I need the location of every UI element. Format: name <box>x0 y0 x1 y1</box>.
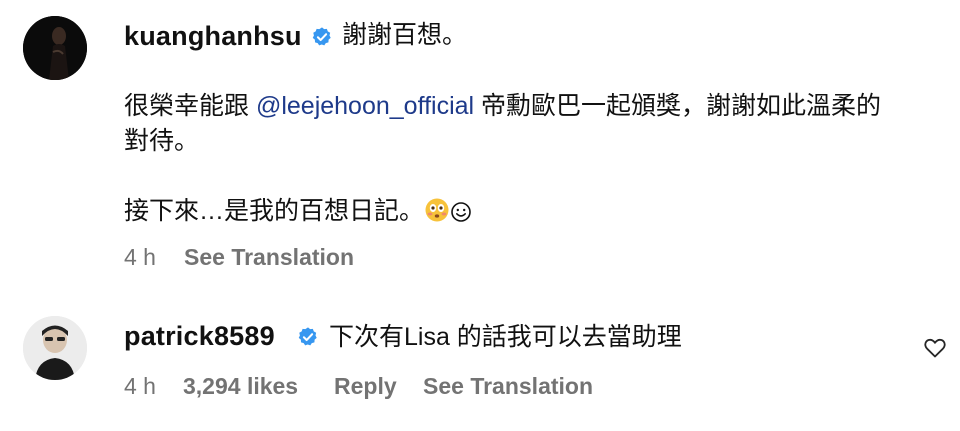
see-translation-label: See Translation <box>423 373 594 399</box>
comment-text-suffix: 帝勳歐巴一起頒獎，謝謝如此溫柔的 <box>474 92 882 120</box>
comment-text-line-3: 對待。 <box>124 127 200 155</box>
comment-text: 下次有Lisa 的話我可以去當助理 <box>329 323 682 351</box>
see-translation-label: See Translation <box>184 244 355 270</box>
comment-time: 4 h <box>124 373 156 399</box>
comment-text-line-2: 很榮幸能跟 @leejehoon_official 帝勳歐巴一起頒獎，謝謝如此溫… <box>124 89 881 123</box>
avatar-image <box>23 316 87 380</box>
comment-text-body: 接下來…是我的百想日記。 <box>124 197 425 225</box>
likes-count-label: 3,294 likes <box>183 373 299 399</box>
smiling-face-icon <box>450 198 472 232</box>
avatar[interactable] <box>23 316 87 380</box>
comment-text-line-1: 謝謝百想。 <box>342 21 468 49</box>
comment-time: 4 h <box>124 244 156 270</box>
comment-username[interactable]: patrick8589 <box>124 321 275 352</box>
avatar-image <box>23 16 87 80</box>
comment-text-line-4: 接下來…是我的百想日記。 <box>124 194 472 232</box>
verified-badge-icon <box>312 27 331 46</box>
avatar[interactable] <box>23 16 87 80</box>
likes-count-button[interactable]: 3,294 likes <box>183 373 298 400</box>
reply-label: Reply <box>334 373 397 399</box>
like-heart-icon[interactable] <box>923 336 947 360</box>
see-translation-button[interactable]: See Translation <box>423 373 593 400</box>
mention-link[interactable]: @leejehoon_official <box>256 92 474 120</box>
comment-username[interactable]: kuanghanhsu <box>124 21 302 52</box>
see-translation-button[interactable]: See Translation <box>184 244 354 271</box>
verified-badge-icon <box>298 327 317 346</box>
reply-button[interactable]: Reply <box>334 373 397 400</box>
flushed-face-icon <box>424 197 450 232</box>
comment-text-prefix: 很榮幸能跟 <box>124 92 256 120</box>
